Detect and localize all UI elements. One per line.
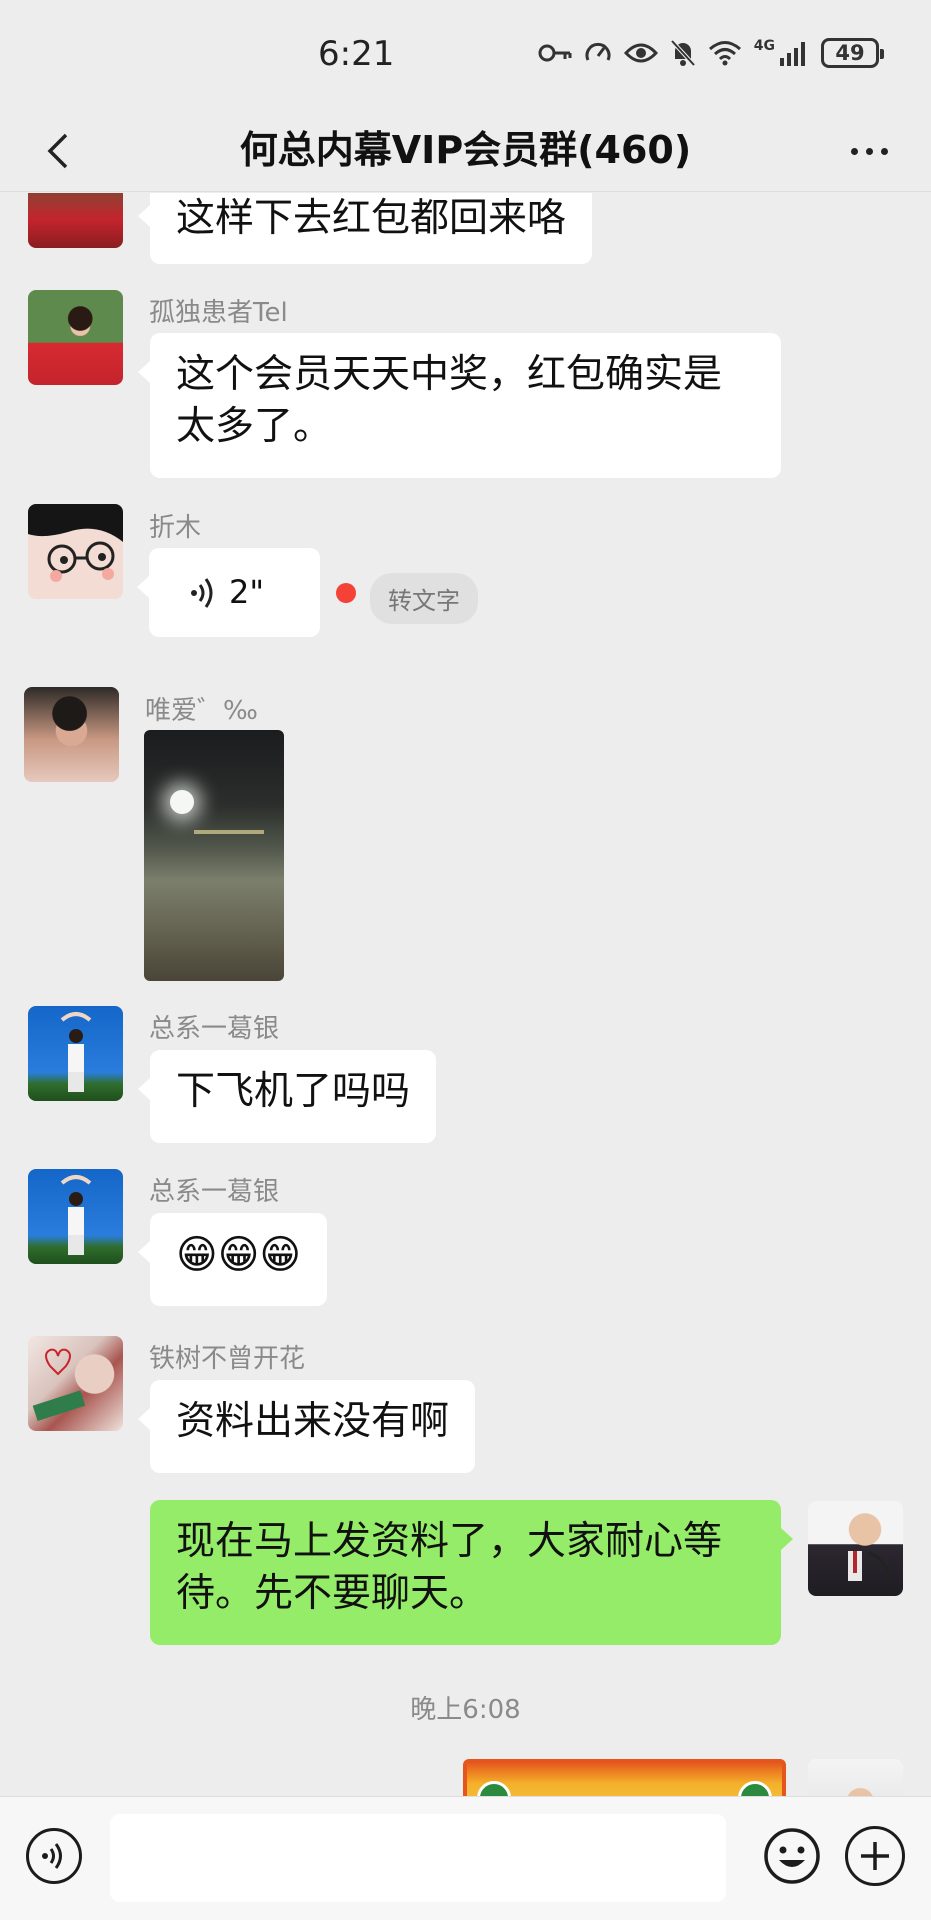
more-dot-icon [850,147,858,155]
message-bubble[interactable]: 这个会员天天中奖，红包确实是太多了。 [138,333,781,478]
message-bubble[interactable]: 资料出来没有啊 [137,1380,476,1473]
chat-messages[interactable]: 这样下去红包都回来咯 孤独患者Tel 这个会员天天中奖，红包确实是太多了。 折木… [0,193,931,1796]
own-avatar[interactable] [808,1501,903,1596]
badge-icon [738,1781,772,1796]
emoji-button[interactable] [762,1826,822,1886]
sender-name: 铁树不曾开花 [149,1344,306,1374]
mute-bell-icon [670,39,696,67]
photo-light-spot [170,790,194,814]
plus-icon [861,1842,889,1870]
voice-duration: 2" [229,573,265,611]
battery-level: 49 [835,41,865,65]
voice-message-bubble[interactable]: 2" [137,548,320,637]
photo-lights-row [194,830,264,834]
input-bar [0,1796,931,1920]
emoji-message-bubble[interactable]: 😁😁😁 [137,1213,328,1306]
unread-voice-dot [336,583,356,603]
message-bubble[interactable]: 下飞机了吗吗 [137,1050,437,1143]
avatar[interactable] [28,504,123,599]
key-icon [538,44,572,62]
smiley-icon [764,1828,820,1884]
sender-name: 孤独患者Tel [149,298,288,328]
avatar[interactable] [28,1169,123,1264]
avatar[interactable] [28,290,123,385]
more-dot-icon [865,147,873,155]
sender-name: 折木 [149,513,202,543]
sender-name: 唯爱゛‰ [145,696,258,726]
decorative-heart-icon [32,1348,86,1422]
sender-name: 总系一葛银 [149,1014,280,1044]
voice-wave-icon [191,578,213,608]
avatar[interactable] [28,193,123,248]
person-figure-icon [60,1175,92,1255]
more-dot-icon [880,147,888,155]
cartoon-face-icon [28,504,123,582]
badge-icon [477,1781,511,1796]
chat-header: 何总内幕VIP会员群(460) [0,110,931,192]
more-actions-button[interactable] [845,1826,905,1886]
more-options-button[interactable] [837,124,901,178]
chat-title: 何总内幕VIP会员群(460) [239,128,692,172]
voice-input-button[interactable] [26,1828,82,1884]
sender-name: 总系一葛银 [149,1177,280,1207]
avatar[interactable] [28,1006,123,1101]
microphone-icon [848,1551,892,1582]
signal-icon [780,42,805,66]
status-bar: 6:21 4G 49 [0,0,931,110]
own-avatar[interactable] [808,1759,903,1796]
avatar[interactable] [28,1336,123,1431]
speedometer-icon [585,42,611,61]
image-message[interactable] [463,1759,786,1796]
convert-to-text-button[interactable]: 转文字 [370,573,478,624]
avatar[interactable] [24,687,119,782]
own-message-bubble[interactable]: 现在马上发资料了，大家耐心等待。先不要聊天。 [150,1500,793,1645]
message-bubble[interactable]: 这样下去红包都回来咯 [137,193,593,264]
person-figure-icon [60,1012,92,1092]
voice-wave-icon [42,1843,62,1869]
battery-icon: 49 [821,38,884,68]
status-time: 6:21 [318,34,395,74]
network-type-label: 4G [753,38,775,54]
status-icons: 4G 49 [538,38,884,68]
message-input[interactable] [110,1814,726,1902]
time-divider: 晚上6:08 [410,1695,521,1725]
eye-icon [623,43,658,63]
wifi-icon [708,41,741,66]
image-message[interactable] [144,730,284,981]
